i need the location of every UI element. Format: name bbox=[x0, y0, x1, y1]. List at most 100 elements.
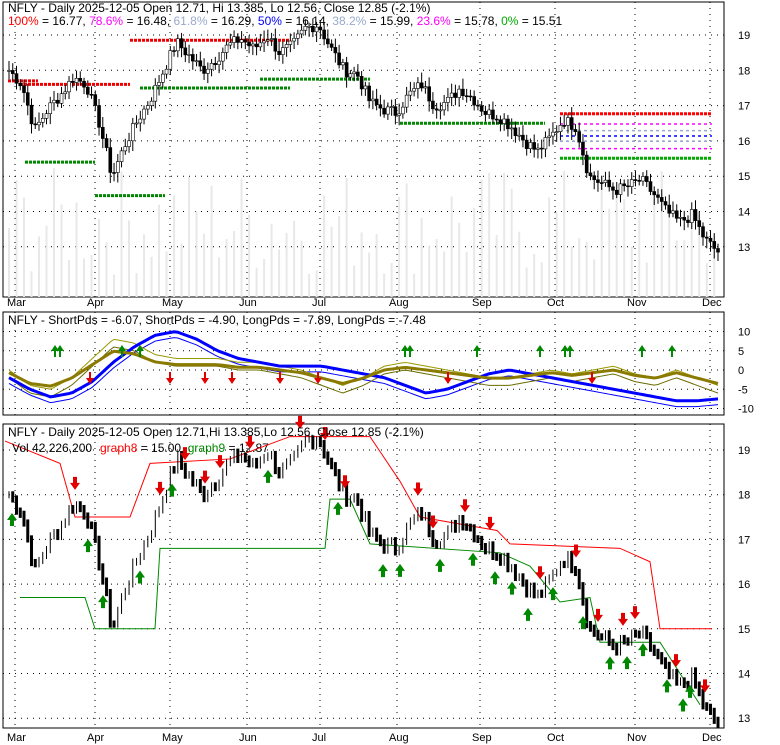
candle-body bbox=[348, 73, 353, 78]
candle-body bbox=[318, 26, 323, 31]
candle-body bbox=[326, 38, 330, 45]
volume-bar bbox=[488, 172, 491, 297]
candle-body bbox=[562, 125, 566, 127]
candle-body bbox=[112, 172, 116, 174]
volume-bar bbox=[8, 228, 10, 297]
candle-body bbox=[284, 44, 289, 48]
buy-arrow-icon bbox=[263, 469, 273, 483]
momentum-y-tick: -5 bbox=[738, 384, 748, 396]
candle-body bbox=[78, 77, 83, 82]
price-y-tick: 17 bbox=[738, 101, 750, 113]
candle-body bbox=[198, 60, 203, 67]
candle-body bbox=[453, 92, 458, 98]
volume-bar bbox=[458, 222, 461, 297]
candle-body bbox=[397, 113, 401, 116]
volume-bar bbox=[323, 195, 326, 297]
candle-body bbox=[716, 248, 720, 253]
candle-body bbox=[194, 60, 199, 63]
candle-body bbox=[449, 92, 454, 98]
volume-bar bbox=[383, 273, 386, 297]
x-tick-Jun: Jun bbox=[239, 297, 257, 309]
momentum-y-tick: 0 bbox=[738, 365, 744, 377]
volume-bar bbox=[233, 231, 236, 297]
fib-label: 38.2% bbox=[332, 14, 366, 28]
volume-bar bbox=[128, 220, 131, 297]
candle-body bbox=[554, 131, 559, 133]
candle-body bbox=[243, 39, 248, 43]
candle-body bbox=[704, 236, 709, 239]
trend-y-tick: 14 bbox=[738, 669, 750, 681]
buy-arrow-icon bbox=[56, 345, 64, 357]
momentum-y-tick: 10 bbox=[738, 327, 750, 339]
candle-body bbox=[663, 201, 668, 206]
candle-body bbox=[648, 181, 653, 192]
candle-body bbox=[262, 40, 266, 44]
candle-body bbox=[164, 68, 169, 75]
buy-arrow-icon bbox=[98, 595, 108, 609]
candle-body bbox=[149, 100, 154, 106]
graph-label: graph8 bbox=[100, 441, 138, 455]
sell-arrow-icon bbox=[535, 566, 545, 580]
candle-body bbox=[70, 81, 75, 83]
x-tick-Jul: Jul bbox=[312, 732, 326, 744]
buy-arrow-icon bbox=[435, 558, 445, 572]
candle-body bbox=[10, 70, 15, 74]
price-panel: 13 14 15 16 17 18 19 Mar Apr May Jun Jul Aug Sep Oct No… bbox=[2, 1, 750, 309]
volume-bar bbox=[98, 218, 101, 297]
candle-body bbox=[599, 182, 604, 184]
volume-bar bbox=[120, 171, 123, 297]
sell-arrow-icon bbox=[630, 606, 640, 620]
candle-body bbox=[127, 140, 131, 147]
graph-label: , graph9 bbox=[181, 441, 225, 455]
sell-arrow-icon bbox=[70, 476, 80, 490]
volume-bar bbox=[278, 249, 281, 297]
fib-value: = 16.48, bbox=[123, 14, 173, 28]
volume-bar bbox=[705, 263, 708, 297]
candle-body bbox=[558, 125, 563, 132]
candle-body bbox=[532, 142, 536, 150]
candle-body bbox=[191, 54, 195, 62]
volume-bar bbox=[83, 258, 86, 297]
candle-body bbox=[573, 129, 578, 133]
candle-body bbox=[427, 86, 431, 102]
candle-body bbox=[461, 88, 465, 97]
candle-body bbox=[153, 85, 158, 102]
volume-bar bbox=[308, 273, 311, 297]
x-tick-Sep: Sep bbox=[472, 297, 492, 309]
buy-arrow-icon bbox=[638, 345, 646, 357]
volume-bar bbox=[435, 239, 438, 297]
candle-body bbox=[603, 179, 608, 183]
candle-body bbox=[130, 123, 135, 142]
trend-y-tick: 17 bbox=[738, 534, 750, 546]
panel1-title: NFLY - Daily 2025-12-05 Open 12.71, Hi 1… bbox=[8, 1, 430, 15]
price-y-tick: 16 bbox=[738, 136, 750, 148]
candle-body bbox=[566, 117, 570, 126]
sell-arrow-icon bbox=[215, 455, 225, 469]
volume-bar bbox=[593, 259, 596, 297]
volume-bar bbox=[668, 209, 671, 297]
candle-body bbox=[629, 179, 634, 187]
sell-arrow-icon bbox=[340, 475, 350, 489]
volume-bar bbox=[495, 234, 498, 297]
candle-body bbox=[209, 63, 214, 70]
candle-body bbox=[303, 26, 308, 31]
candle-body bbox=[228, 42, 233, 46]
stock-chart: 13 14 15 16 17 18 19 Mar Apr May Jun Jul Aug Sep Oct No… bbox=[2, 1, 754, 744]
volume-bar bbox=[150, 256, 153, 297]
x-tick-Aug: Aug bbox=[389, 732, 409, 744]
volume-bar bbox=[683, 240, 686, 297]
volume-bar bbox=[143, 234, 146, 297]
buy-arrow-icon bbox=[135, 570, 145, 584]
price-y-tick: 15 bbox=[738, 171, 750, 183]
volume-bar bbox=[240, 178, 243, 297]
sell-arrow-icon bbox=[460, 499, 470, 513]
candle-body bbox=[543, 137, 548, 150]
buy-arrow-icon bbox=[468, 552, 478, 566]
candle-body bbox=[63, 91, 68, 95]
x-tick-Jul: Jul bbox=[312, 297, 326, 309]
candle-body bbox=[202, 65, 206, 74]
fib-label: 100% bbox=[8, 14, 39, 28]
candle-body bbox=[18, 82, 23, 87]
fib-value: = 16.29, bbox=[208, 14, 258, 28]
candle-body bbox=[404, 94, 409, 108]
